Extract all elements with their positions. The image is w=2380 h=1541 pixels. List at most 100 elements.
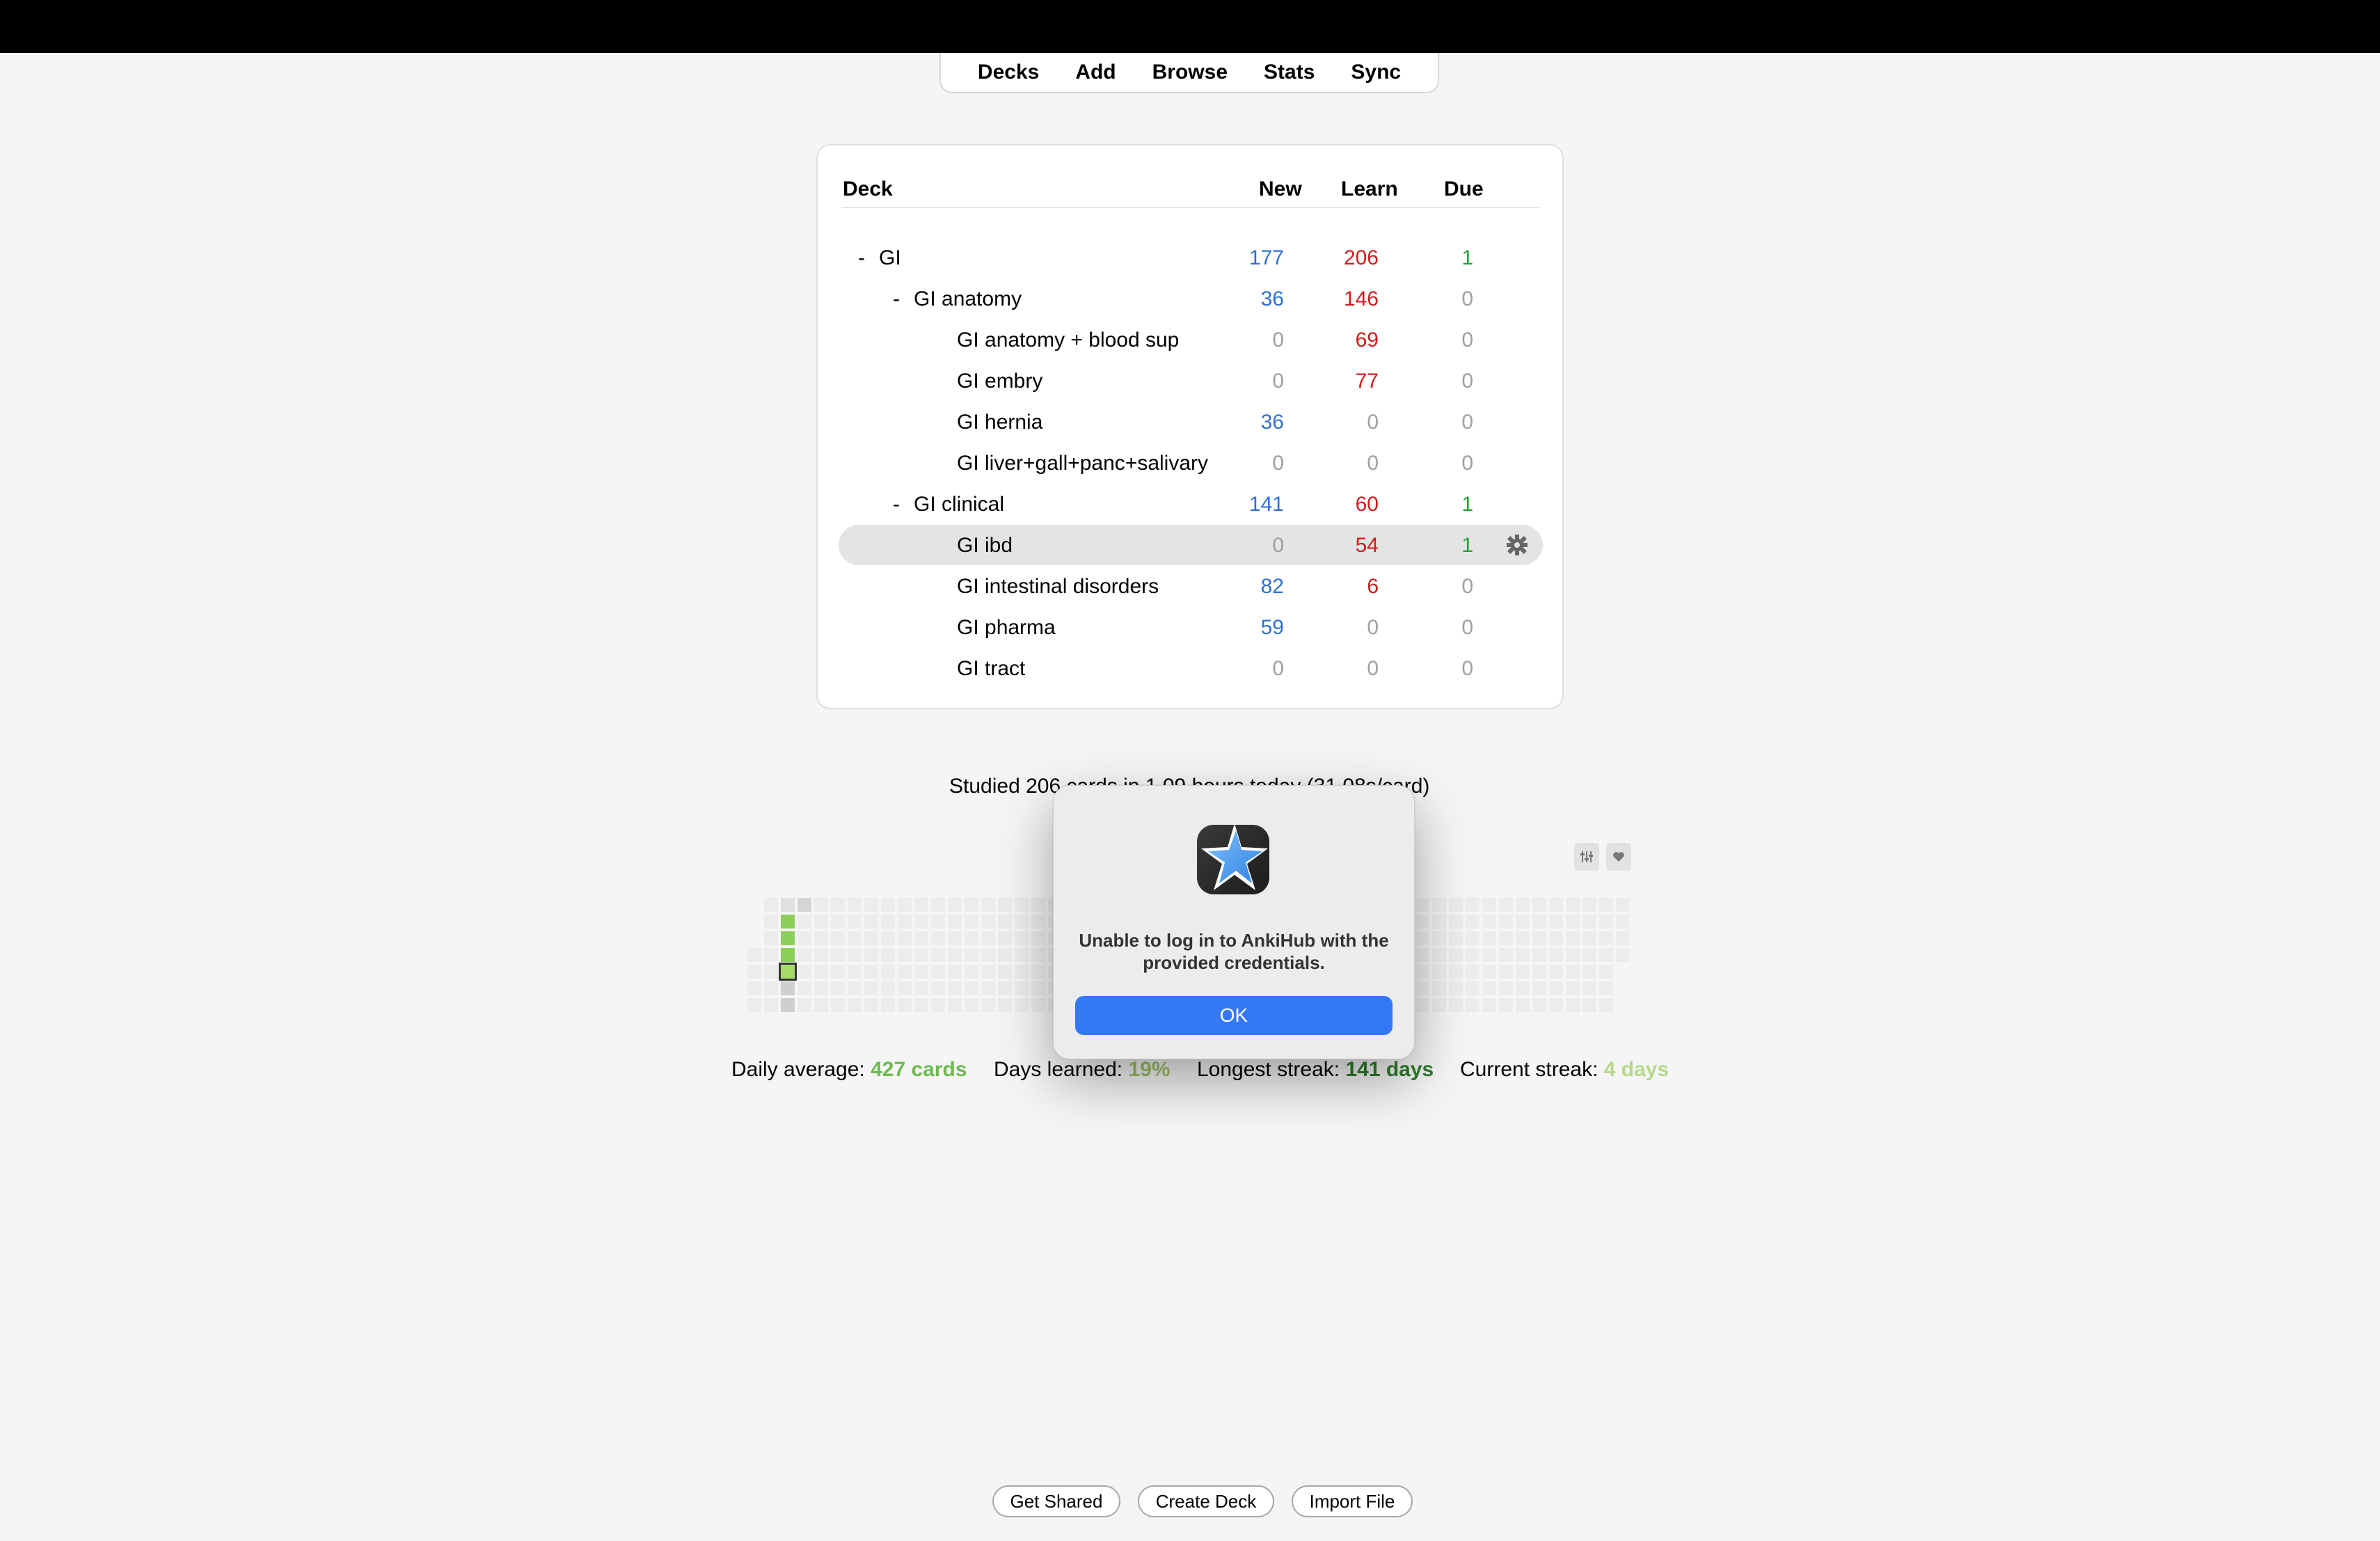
deck-row[interactable]: GI liver+gall+panc+salivary 0 0 0 [839,443,1543,483]
heatmap-cell [1566,998,1580,1012]
heatmap-cell [998,965,1012,979]
nav-stats[interactable]: Stats [1246,61,1333,84]
deck-row[interactable]: GI anatomy + blood sup 0 69 0 [839,319,1543,360]
collapse-toggle[interactable]: - [858,246,865,270]
heatmap-cell [1582,898,1596,912]
heatmap-cell [1482,915,1496,928]
heatmap-cell [1549,998,1563,1012]
deck-name[interactable]: GI intestinal disorders [957,575,1159,599]
heatmap-cell [914,981,928,995]
deck-row[interactable]: GI embry 0 77 0 [839,361,1543,401]
heatmap-cell [1432,931,1446,945]
nav-browse[interactable]: Browse [1134,61,1246,84]
heatmap-cell [1582,981,1596,995]
collapse-toggle[interactable]: - [893,287,900,311]
heatmap-cell [998,898,1012,912]
heatmap-cell [981,965,995,979]
heatmap-cell [1432,898,1446,912]
deck-row[interactable]: - GI clinical 141 60 1 [839,484,1543,524]
heatmap-cell [881,948,895,962]
heatmap-cell [848,998,862,1012]
heatmap-cell [965,931,978,945]
heatmap-cell [948,998,962,1012]
header-deck: Deck [843,177,893,200]
heatmap-cell [1449,931,1463,945]
heatmap-cell [1015,965,1029,979]
heatmap-cell [1466,898,1479,912]
heatmap-cell [1566,981,1580,995]
deck-table: Deck New Learn Due - GI 177 206 1- GI anatomy… [816,144,1564,709]
heatmap-cell [881,998,895,1012]
heatmap-cell [1549,965,1563,979]
deck-name[interactable]: GI pharma [957,616,1056,640]
count-new: 0 [1272,370,1284,393]
heatmap-cell [948,965,962,979]
deck-row[interactable]: GI hernia 36 0 0 [839,402,1543,442]
heatmap-cell [1031,915,1045,928]
heatmap-cell [914,931,928,945]
heatmap-cell [864,898,878,912]
heatmap-cell [764,948,778,962]
heatmap-options-icon[interactable] [1574,843,1599,871]
heatmap-cell [948,898,962,912]
heatmap-cell [1031,998,1045,1012]
deck-table-header: Deck New Learn Due [841,169,1540,208]
heatmap-cell [831,948,845,962]
heatmap-cell [798,998,811,1012]
import-file-button[interactable]: Import File [1292,1485,1413,1517]
heatmap-cell [1532,998,1546,1012]
nav-sync[interactable]: Sync [1333,61,1419,84]
deck-row[interactable]: - GI anatomy 36 146 0 [839,278,1543,319]
nav-decks[interactable]: Decks [960,61,1057,84]
count-due: 0 [1461,287,1473,310]
heatmap-cell [1566,948,1580,962]
heatmap-cell [948,915,962,928]
deck-name[interactable]: GI ibd [957,534,1013,558]
heatmap-cell [1499,948,1513,962]
heart-icon[interactable] [1606,843,1631,871]
deck-name[interactable]: GI tract [957,657,1025,681]
stat-days-learned: Days learned: 19% [994,1058,1171,1081]
nav-add[interactable]: Add [1057,61,1134,84]
heatmap-cell [747,998,761,1012]
deck-name[interactable]: GI anatomy [914,287,1022,311]
heatmap-cell [1599,898,1613,912]
heatmap-cell [798,898,811,912]
gear-icon[interactable] [1505,533,1529,557]
heatmap-cell [1466,998,1479,1012]
deck-name[interactable]: GI clinical [914,493,1004,516]
heatmap-cell [814,948,828,962]
heatmap-cell [814,965,828,979]
heatmap-cell [1415,965,1429,979]
heatmap-cell [1432,915,1446,928]
heatmap-cell [814,998,828,1012]
heatmap-cell [831,981,845,995]
heatmap-cell [848,898,862,912]
count-due: 0 [1461,616,1473,639]
create-deck-button[interactable]: Create Deck [1138,1485,1274,1517]
deck-name[interactable]: GI embry [957,370,1042,393]
deck-name[interactable]: GI [879,246,901,270]
collapse-toggle[interactable]: - [893,493,900,516]
heatmap-cell [931,981,945,995]
heatmap-cell [898,915,912,928]
deck-row[interactable]: GI ibd 0 54 1 [839,525,1543,565]
ok-button[interactable]: OK [1075,996,1393,1035]
dialog-message: Unable to log in to AnkiHub with the pro… [1079,930,1389,973]
count-due: 0 [1461,329,1473,351]
deck-row[interactable]: - GI 177 206 1 [839,237,1543,278]
deck-name[interactable]: GI hernia [957,411,1042,434]
deck-name[interactable]: GI anatomy + blood sup [957,329,1179,352]
deck-row[interactable]: GI intestinal disorders 82 6 0 [839,566,1543,606]
get-shared-button[interactable]: Get Shared [992,1485,1120,1517]
count-new: 141 [1248,493,1284,516]
deck-name[interactable]: GI liver+gall+panc+salivary [957,452,1208,475]
deck-row[interactable]: GI pharma 59 0 0 [839,607,1543,647]
heatmap-cell [1415,898,1429,912]
deck-row[interactable]: GI tract 0 0 0 [839,648,1543,688]
heatmap-cell [831,898,845,912]
login-error-dialog: Unable to log in to AnkiHub with the pro… [1053,785,1415,1059]
heatmap-cell [1482,931,1496,945]
heatmap-cell [1482,998,1496,1012]
heatmap-cell [1616,898,1630,912]
